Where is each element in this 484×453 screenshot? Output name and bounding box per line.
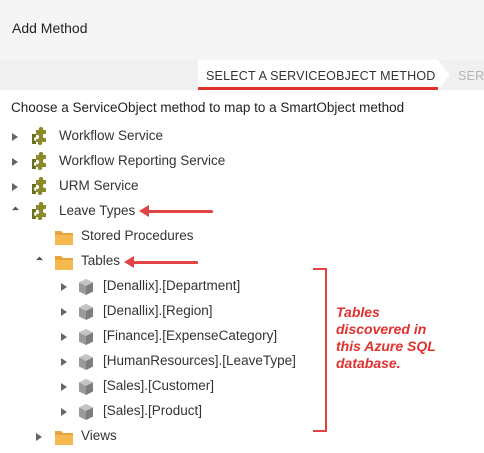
annotation-line: Tables	[336, 304, 380, 320]
collapse-icon[interactable]	[34, 256, 44, 266]
tree-node-label: [Denallix].[Region]	[103, 303, 213, 318]
annotation-bracket	[313, 268, 327, 432]
expand-icon[interactable]	[59, 332, 69, 342]
tree-node-label: [Sales].[Customer]	[103, 378, 215, 393]
cube-icon	[79, 379, 93, 395]
tree-node-table[interactable]: [Denallix].[Department]	[0, 276, 310, 298]
annotation-line: discovered in	[336, 321, 427, 337]
expand-icon[interactable]	[10, 132, 20, 142]
expand-icon[interactable]	[10, 182, 20, 192]
expand-icon[interactable]	[10, 157, 20, 167]
step-next[interactable]: SERV	[458, 60, 484, 90]
tree-node-urm-service[interactable]: URM Service	[0, 176, 300, 198]
cube-icon	[79, 329, 93, 345]
puzzle-piece-icon	[32, 127, 46, 146]
tree-node-label: Stored Procedures	[81, 228, 194, 243]
folder-icon	[55, 256, 73, 270]
tree-node-views[interactable]: Views	[0, 426, 300, 448]
tree-node-label: Workflow Service	[59, 128, 164, 143]
step-select-serviceobject-method[interactable]: SELECT A SERVICEOBJECT METHOD	[198, 60, 438, 90]
step-chevron	[438, 60, 450, 90]
expand-icon[interactable]	[59, 357, 69, 367]
expand-icon[interactable]	[59, 307, 69, 317]
tree-node-label: Workflow Reporting Service	[59, 153, 226, 168]
tree-node-table[interactable]: [Sales].[Product]	[0, 401, 310, 423]
annotation-line: this Azure SQL	[336, 338, 436, 354]
puzzle-piece-icon	[32, 152, 46, 171]
tree-node-label: Views	[81, 428, 117, 443]
annotation-line: database.	[336, 355, 401, 371]
tree-node-table[interactable]: [Finance].[ExpenseCategory]	[0, 326, 310, 348]
tree-node-label: [HumanResources].[LeaveType]	[103, 353, 296, 368]
dialog-title: Add Method	[12, 20, 88, 36]
tree-node-table[interactable]: [Denallix].[Region]	[0, 301, 310, 323]
annotation-arrow-line	[147, 210, 213, 213]
folder-icon	[55, 231, 73, 245]
cube-icon	[79, 304, 93, 320]
expand-icon[interactable]	[59, 382, 69, 392]
tree-node-label: Leave Types	[59, 203, 136, 218]
wizard-steps: SELECT A SERVICEOBJECT METHOD SERV	[0, 60, 484, 90]
tree-node-stored-procedures[interactable]: Stored Procedures	[0, 226, 300, 248]
collapse-icon[interactable]	[10, 206, 20, 216]
tree-node-table[interactable]: [Sales].[Customer]	[0, 376, 310, 398]
annotation-text: Tables discovered in this Azure SQL data…	[336, 304, 481, 372]
expand-icon[interactable]	[59, 407, 69, 417]
tree-node-label: [Sales].[Product]	[103, 403, 203, 418]
tree-node-table[interactable]: [HumanResources].[LeaveType]	[0, 351, 310, 373]
puzzle-piece-icon	[32, 177, 46, 196]
cube-icon	[79, 354, 93, 370]
tree-node-label: URM Service	[59, 178, 139, 193]
cube-icon	[79, 404, 93, 420]
annotation-arrow-line	[132, 261, 198, 264]
folder-icon	[55, 431, 73, 445]
tree-node-workflow-reporting-service[interactable]: Workflow Reporting Service	[0, 151, 300, 173]
expand-icon[interactable]	[34, 432, 44, 442]
tree-node-label: Tables	[81, 253, 121, 268]
puzzle-piece-icon	[32, 202, 46, 221]
cube-icon	[79, 279, 93, 295]
tree-node-workflow-service[interactable]: Workflow Service	[0, 126, 300, 148]
expand-icon[interactable]	[59, 282, 69, 292]
instruction-text: Choose a ServiceObject method to map to …	[11, 100, 405, 115]
tree-node-label: [Finance].[ExpenseCategory]	[103, 328, 278, 343]
tree-node-label: [Denallix].[Department]	[103, 278, 241, 293]
dialog-header: Add Method	[0, 0, 484, 61]
